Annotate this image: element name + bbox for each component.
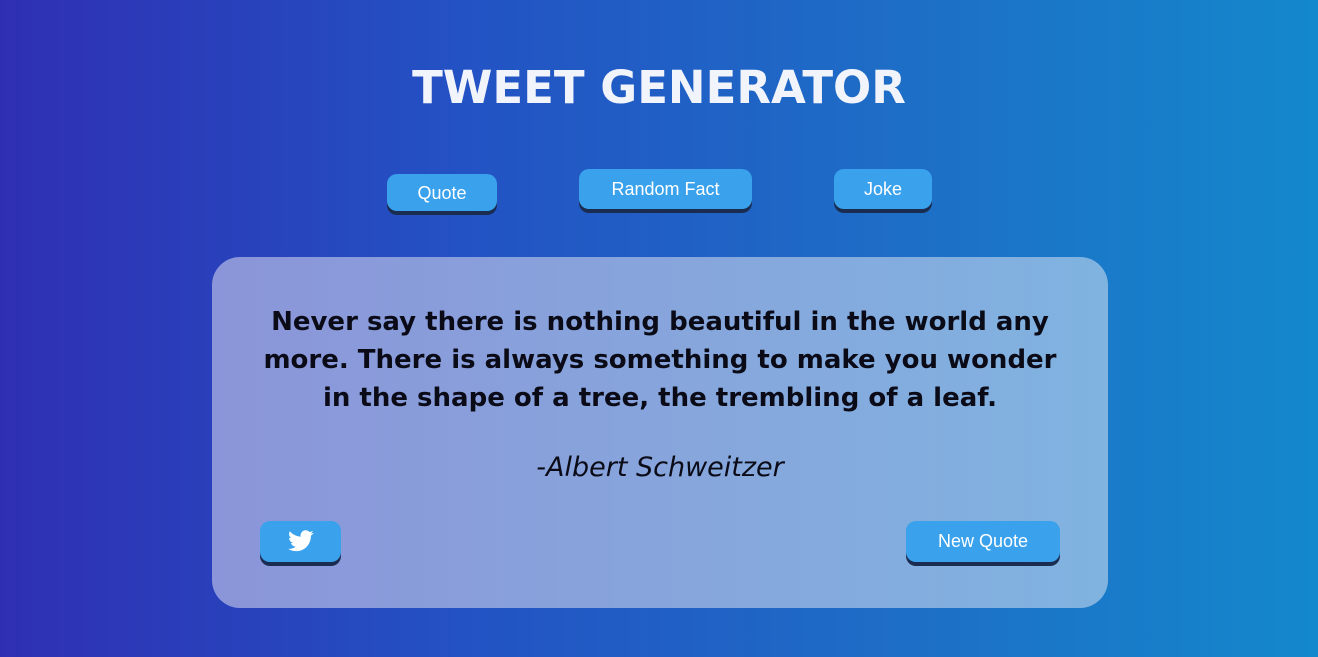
quote-card: Never say there is nothing beautiful in … (212, 257, 1108, 608)
new-quote-button[interactable]: New Quote (906, 521, 1060, 562)
joke-category-button[interactable]: Joke (834, 169, 932, 209)
tweet-button[interactable] (260, 521, 341, 562)
random-fact-category-button[interactable]: Random Fact (579, 169, 752, 209)
quote-text: Never say there is nothing beautiful in … (263, 307, 1057, 413)
quote-author: -Albert Schweitzer (536, 452, 784, 483)
twitter-icon (287, 530, 314, 551)
page-title: TWEET GENERATOR (412, 61, 906, 114)
quote-category-button[interactable]: Quote (387, 174, 497, 211)
